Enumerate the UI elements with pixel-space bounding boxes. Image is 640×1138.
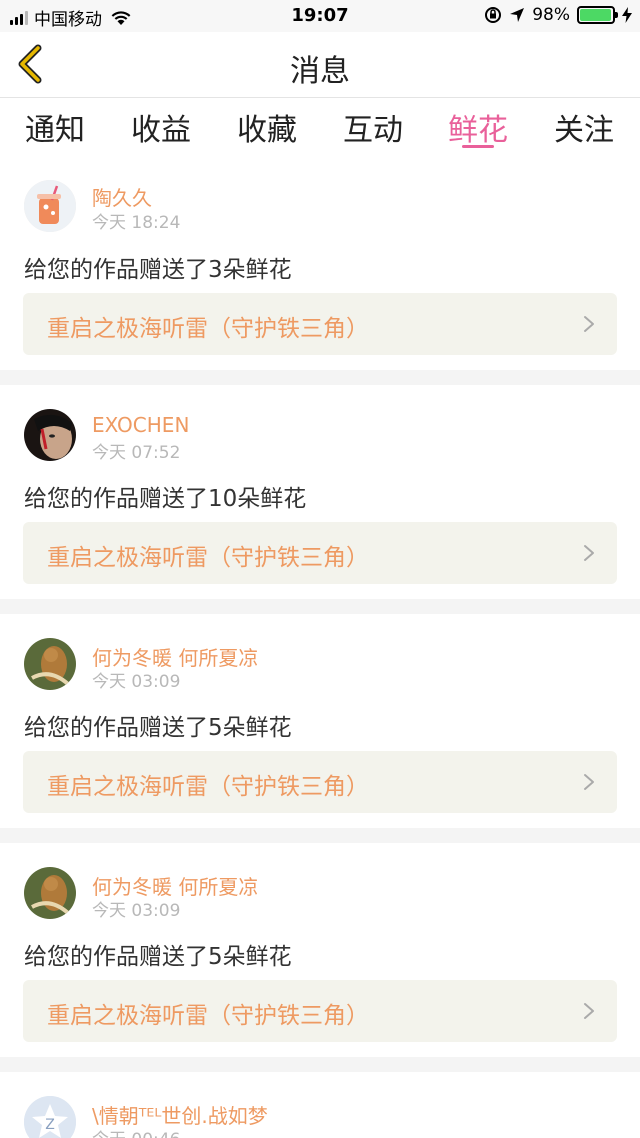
message-card: Z \情朝ᵀᴱᴸ世创.战如梦 今天 00:46 xyxy=(0,1072,640,1138)
avatar[interactable] xyxy=(24,638,76,690)
message-text: 给您的作品赠送了3朵鲜花 xyxy=(24,257,292,283)
rotation-lock-icon xyxy=(485,7,502,23)
chevron-right-icon xyxy=(584,774,594,790)
avatar-image: Z xyxy=(24,1096,76,1138)
work-title: 重启之极海听雷（守护铁三角） xyxy=(47,545,369,571)
page-title: 消息 xyxy=(290,54,350,89)
work-link[interactable]: 重启之极海听雷（守护铁三角） xyxy=(23,980,617,1042)
message-text: 给您的作品赠送了10朵鲜花 xyxy=(24,486,307,512)
chevron-right-icon xyxy=(584,545,594,561)
avatar[interactable] xyxy=(24,180,76,232)
avatar[interactable] xyxy=(24,867,76,919)
battery-icon xyxy=(577,6,618,24)
nav-bar: 消息 xyxy=(0,32,640,98)
status-bar: 中国移动 19:07 98% xyxy=(0,0,640,32)
svg-text:Z: Z xyxy=(45,1117,55,1133)
message-time: 今天 18:24 xyxy=(92,213,181,233)
work-title: 重启之极海听雷（守护铁三角） xyxy=(47,1003,369,1029)
message-card: 陶久久 今天 18:24 给您的作品赠送了3朵鲜花 重启之极海听雷（守护铁三角） xyxy=(0,160,640,370)
work-link[interactable]: 重启之极海听雷（守护铁三角） xyxy=(23,522,617,584)
message-time: 今天 03:09 xyxy=(92,672,181,692)
chevron-right-icon xyxy=(584,1003,594,1019)
active-tab-indicator xyxy=(462,145,494,148)
chevron-right-icon xyxy=(584,316,594,332)
avatar-image xyxy=(24,180,76,232)
message-time: 今天 07:52 xyxy=(92,443,181,463)
sender-name[interactable]: EXOCHEN xyxy=(92,413,189,437)
card-divider xyxy=(0,599,640,614)
work-link[interactable]: 重启之极海听雷（守护铁三角） xyxy=(23,293,617,355)
message-text: 给您的作品赠送了5朵鲜花 xyxy=(24,715,292,741)
tab-interactions[interactable]: 互动 xyxy=(328,105,418,149)
tab-notifications[interactable]: 通知 xyxy=(10,105,100,149)
work-title: 重启之极海听雷（守护铁三角） xyxy=(47,316,369,342)
card-divider xyxy=(0,1057,640,1072)
location-icon xyxy=(510,8,525,22)
tab-bar: 通知 收益 收藏 互动 鲜花 关注 xyxy=(0,99,640,155)
sender-name[interactable]: 陶久久 xyxy=(92,182,152,211)
message-text: 给您的作品赠送了5朵鲜花 xyxy=(24,944,292,970)
card-divider xyxy=(0,828,640,843)
avatar-image xyxy=(24,409,76,461)
avatar-image xyxy=(24,867,76,919)
message-card: EXOCHEN 今天 07:52 给您的作品赠送了10朵鲜花 重启之极海听雷（守… xyxy=(0,385,640,599)
tab-follows[interactable]: 关注 xyxy=(539,105,629,149)
tab-flowers[interactable]: 鲜花 xyxy=(433,105,523,149)
tab-favorites[interactable]: 收藏 xyxy=(222,105,312,149)
card-divider xyxy=(0,370,640,385)
work-title: 重启之极海听雷（守护铁三角） xyxy=(47,774,369,800)
work-link[interactable]: 重启之极海听雷（守护铁三角） xyxy=(23,751,617,813)
status-right: 98% xyxy=(484,5,632,25)
message-time: 今天 00:46 xyxy=(92,1125,180,1138)
tab-earnings[interactable]: 收益 xyxy=(116,105,206,149)
charging-icon xyxy=(622,7,632,23)
avatar-image xyxy=(24,638,76,690)
avatar[interactable] xyxy=(24,409,76,461)
avatar[interactable]: Z xyxy=(24,1096,76,1138)
message-time: 今天 03:09 xyxy=(92,901,181,921)
message-card: 何为冬暖 何所夏凉 今天 03:09 给您的作品赠送了5朵鲜花 重启之极海听雷（… xyxy=(0,614,640,828)
battery-fill xyxy=(580,9,612,21)
message-card: 何为冬暖 何所夏凉 今天 03:09 给您的作品赠送了5朵鲜花 重启之极海听雷（… xyxy=(0,843,640,1057)
battery-percent: 98% xyxy=(532,5,570,25)
